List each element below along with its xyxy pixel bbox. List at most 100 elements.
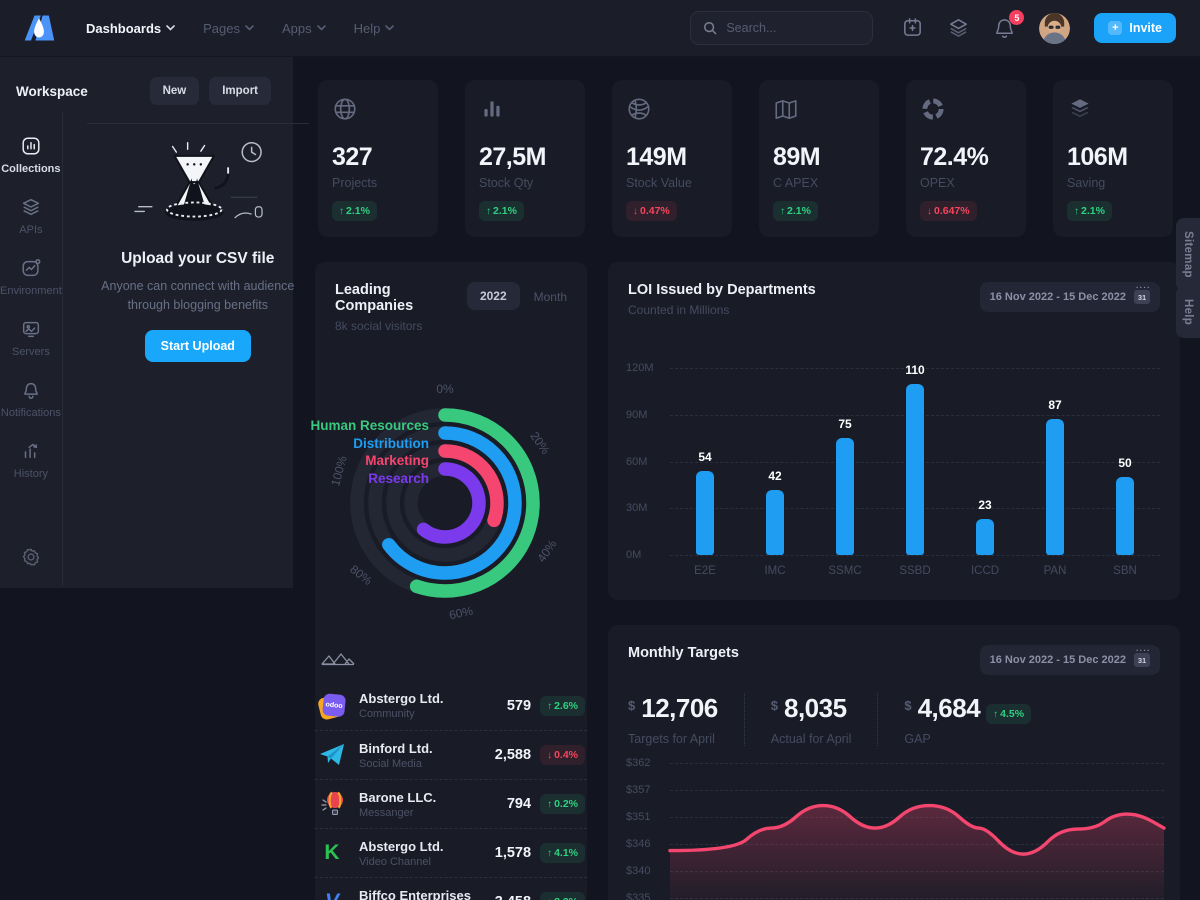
stat-card-projects[interactable]: 327 Projects 2.1% <box>318 80 438 237</box>
trend-badge: 2.1% <box>773 201 818 221</box>
invite-label: Invite <box>1129 21 1162 35</box>
bar-ssmc: 75 <box>825 368 865 555</box>
navbar: Dashboards Pages Apps Help <box>0 0 1200 57</box>
start-upload-button[interactable]: Start Upload <box>145 330 251 362</box>
collections-icon <box>20 135 42 157</box>
y-axis-tick: $351 <box>626 811 664 823</box>
sidebar-item-notifications[interactable]: Notifications <box>0 373 62 425</box>
settings-gear-icon[interactable] <box>0 546 62 568</box>
bar-sbn: 50 <box>1105 368 1145 555</box>
leading-companies-title: Leading Companies <box>335 282 467 314</box>
menu-label: Help <box>354 21 381 36</box>
menu-label: Pages <box>203 21 240 36</box>
sidebar-item-apis[interactable]: APIs <box>0 190 62 242</box>
company-row-barone[interactable]: Barone LLC.Messanger 794 0.2% <box>315 779 587 828</box>
plus-icon: + <box>1108 21 1122 35</box>
kpi-stats-row: 327 Projects 2.1% 27,5M Stock Qty 2.1% 1… <box>318 80 1173 237</box>
sidebar-item-history[interactable]: History <box>0 434 62 486</box>
stat-card-stock-value[interactable]: 149M Stock Value 0.47% <box>612 80 732 237</box>
layers-icon <box>1067 96 1093 122</box>
trend-badge: 8.3% <box>540 892 585 900</box>
stat-label: Projects <box>332 176 424 190</box>
calendar-icon: 31 <box>1134 653 1150 667</box>
upload-description: Anyone can connect with audience through… <box>85 277 311 316</box>
y-axis-tick: 60M <box>626 456 664 468</box>
targets-for-april-stat: $12,706 Targets for April <box>628 693 745 746</box>
date-range-picker[interactable]: 16 Nov 2022 - 15 Dec 2022 31 <box>980 645 1160 675</box>
stat-card-saving[interactable]: 106M Saving 2.1% <box>1053 80 1173 237</box>
layers-icon[interactable] <box>947 16 971 40</box>
apis-icon <box>20 196 42 218</box>
stat-value: 27,5M <box>479 143 571 172</box>
abstergo-app-icon: odoo <box>317 691 347 721</box>
menu-item-dashboards[interactable]: Dashboards <box>86 21 175 36</box>
monthly-targets-title: Monthly Targets <box>628 645 739 661</box>
y-axis-tick: $340 <box>626 865 664 877</box>
menu-item-apps[interactable]: Apps <box>282 21 326 36</box>
segmented-circle-icon <box>920 96 946 122</box>
sidebar-item-environment[interactable]: Environment <box>0 251 62 303</box>
stat-card-opex[interactable]: 72.4% OPEX 0.647% <box>906 80 1026 237</box>
trend-badge: 0.647% <box>920 201 977 221</box>
gap-stat: $4,684 4.5% GAP <box>904 693 1057 746</box>
company-row-binford[interactable]: Binford Ltd.Social Media 2,588 0.4% <box>315 730 587 779</box>
environment-icon <box>20 257 42 279</box>
period-filter[interactable]: Month <box>534 290 567 304</box>
trend-badge: 4.1% <box>540 843 585 863</box>
date-range-picker[interactable]: 16 Nov 2022 - 15 Dec 2022 31 <box>980 282 1160 312</box>
y-axis-tick: 120M <box>626 362 664 374</box>
sidebar-item-collections[interactable]: Collections <box>0 129 62 181</box>
search-box[interactable] <box>690 11 873 45</box>
workspace-title: Workspace <box>16 84 88 99</box>
notifications-bell-icon[interactable]: 5 <box>993 16 1017 40</box>
company-row-biffco[interactable]: V Biffco EnterprisesSocial Network 3,458… <box>315 877 587 900</box>
company-row-abstergo-video[interactable]: K Abstergo Ltd.Video Channel 1,578 4.1% <box>315 828 587 877</box>
loi-departments-card: LOI Issued by Departments Counted in Mil… <box>608 262 1180 600</box>
bar-chart-icon <box>479 96 505 122</box>
loi-bar-chart: 120M 90M 60M 30M 0M 54 42 75 110 23 87 5… <box>670 368 1160 555</box>
search-input[interactable] <box>726 21 846 35</box>
year-filter-chip[interactable]: 2022 <box>467 282 520 310</box>
sidebar-item-servers[interactable]: Servers <box>0 312 62 364</box>
y-axis-tick: $335 <box>626 892 664 900</box>
sitemap-tab[interactable]: Sitemap <box>1176 218 1200 291</box>
import-button[interactable]: Import <box>209 77 271 105</box>
user-avatar[interactable] <box>1039 13 1070 44</box>
leading-companies-subtitle: 8k social visitors <box>335 319 467 333</box>
chevron-down-icon <box>166 25 175 31</box>
bar-ssbd: 110 <box>895 368 935 555</box>
x-axis-labels: E2EIMC SSMCSSBD ICCDPAN SBN <box>670 565 1160 577</box>
menu-item-pages[interactable]: Pages <box>203 21 254 36</box>
stat-card-stock-qty[interactable]: 27,5M Stock Qty 2.1% <box>465 80 585 237</box>
stat-label: Saving <box>1067 176 1159 190</box>
menu-item-help[interactable]: Help <box>354 21 395 36</box>
app-logo-icon[interactable] <box>22 11 56 45</box>
chevron-down-icon <box>317 25 326 31</box>
invite-button[interactable]: + Invite <box>1094 13 1176 43</box>
calendar-icon: 31 <box>1134 290 1150 304</box>
notifications-icon <box>20 379 42 401</box>
trend-arrow-icon <box>780 205 785 217</box>
chevron-down-icon <box>245 25 254 31</box>
stat-label: Stock Qty <box>479 176 571 190</box>
calendar-add-icon[interactable] <box>901 16 925 40</box>
paper-plane-icon <box>317 740 347 770</box>
menu-label: Apps <box>282 21 312 36</box>
new-button[interactable]: New <box>150 77 200 105</box>
stat-value: 72.4% <box>920 143 1012 172</box>
trend-badge: 0.4% <box>540 745 585 765</box>
stat-value: 106M <box>1067 143 1159 172</box>
bar-e2e: 54 <box>685 368 725 555</box>
company-row-abstergo-community[interactable]: odoo Abstergo Ltd.Community 579 2.6% <box>315 681 587 730</box>
leading-companies-card: Leading Companies 8k social visitors 202… <box>315 262 587 900</box>
sphere-icon <box>626 96 652 122</box>
trend-arrow-icon <box>1074 205 1079 217</box>
help-tab[interactable]: Help <box>1176 286 1200 338</box>
upload-title: Upload your CSV file <box>85 250 311 268</box>
v-letter-icon: V <box>317 887 347 900</box>
trend-badge: 4.5% <box>986 704 1031 724</box>
stat-card-capex[interactable]: 89M C APEX 2.1% <box>759 80 879 237</box>
trend-arrow-icon <box>339 205 344 217</box>
hot-air-balloon-icon <box>317 789 347 819</box>
loi-subtitle: Counted in Millions <box>628 303 816 317</box>
